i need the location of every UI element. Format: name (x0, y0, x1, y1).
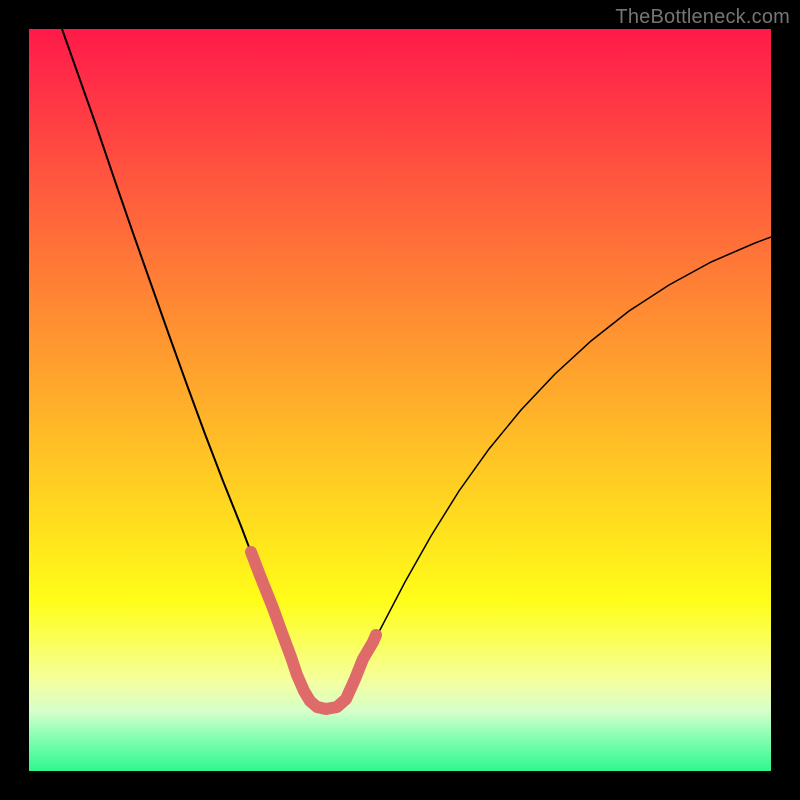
curve-left-descent (62, 29, 281, 629)
curve-valley-highlight (251, 552, 376, 709)
chart-curve-layer (29, 29, 771, 771)
curve-right-ascent (357, 237, 771, 673)
watermark-text: TheBottleneck.com (615, 6, 790, 29)
